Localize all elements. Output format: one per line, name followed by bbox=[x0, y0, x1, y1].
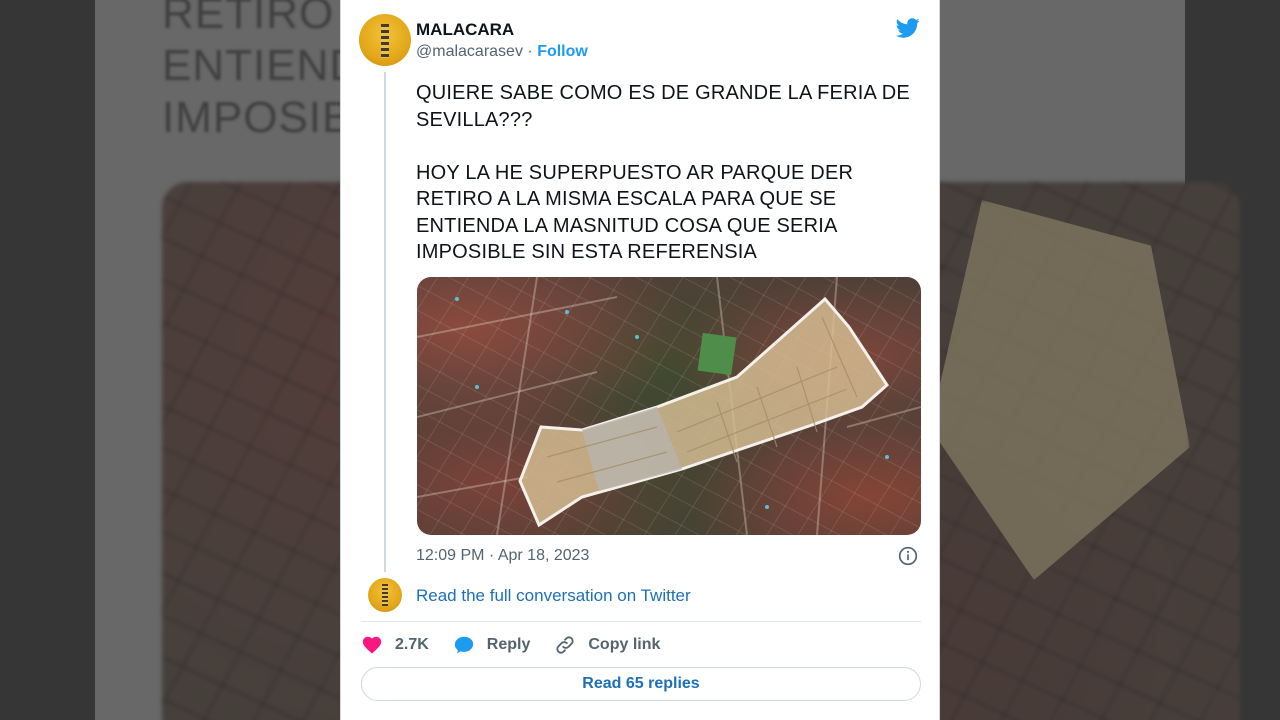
reply-label: Reply bbox=[486, 636, 531, 653]
author-handle-row: @malacarasev · Follow bbox=[416, 43, 588, 61]
author-name[interactable]: MALACARA bbox=[416, 20, 514, 40]
link-icon bbox=[556, 636, 574, 654]
reply-button[interactable]: Reply bbox=[453, 634, 531, 656]
map-green-field bbox=[697, 332, 737, 376]
divider bbox=[361, 621, 921, 622]
author-handle[interactable]: @malacarasev bbox=[416, 43, 523, 60]
heart-icon bbox=[362, 636, 382, 654]
like-button[interactable]: 2.7K bbox=[361, 634, 429, 656]
like-count: 2.7K bbox=[395, 636, 429, 653]
read-full-conversation-link[interactable]: Read the full conversation on Twitter bbox=[416, 586, 691, 606]
author-avatar[interactable] bbox=[359, 14, 411, 66]
tweet-map-image[interactable] bbox=[417, 277, 921, 535]
tweet-text: QUIERE SABE COMO ES DE GRANDE LA FERIA D… bbox=[416, 82, 910, 263]
copy-link-label: Copy link bbox=[588, 636, 661, 653]
action-bar: 2.7K Reply Copy link bbox=[361, 632, 684, 658]
thread-line bbox=[384, 72, 386, 572]
follow-button[interactable]: Follow bbox=[537, 43, 588, 60]
info-icon[interactable] bbox=[898, 546, 918, 566]
fairground-overlay bbox=[518, 296, 889, 528]
copy-link-button[interactable]: Copy link bbox=[554, 634, 660, 656]
read-replies-button[interactable]: Read 65 replies bbox=[361, 667, 921, 701]
reply-bubble-icon bbox=[454, 636, 473, 654]
tweet-timestamp[interactable]: 12:09 PM · Apr 18, 2023 bbox=[416, 547, 589, 565]
handle-separator: · bbox=[527, 43, 533, 60]
reply-avatar[interactable] bbox=[368, 578, 402, 612]
twitter-bird-icon[interactable] bbox=[895, 16, 921, 40]
tweet-card: MALACARA @malacarasev · Follow QUIERE SA… bbox=[340, 0, 940, 720]
